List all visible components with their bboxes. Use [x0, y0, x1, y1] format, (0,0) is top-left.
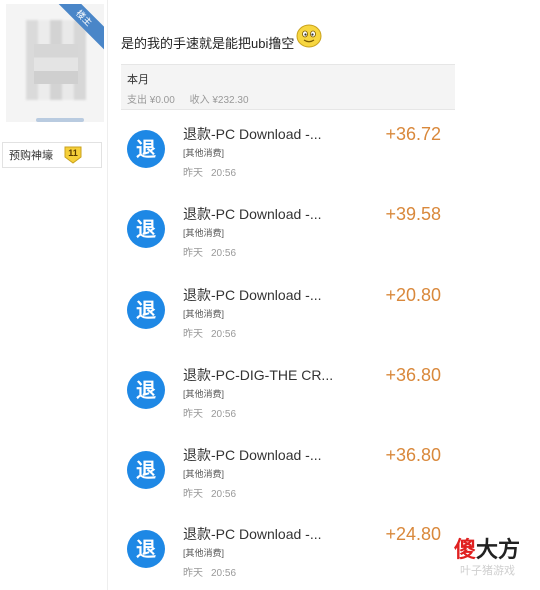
transaction-category: [其他消费] [183, 548, 225, 558]
refund-icon: 退 [127, 210, 165, 248]
user-sidebar: 楼主 预购神壕 11 [0, 0, 108, 590]
refund-icon: 退 [127, 130, 165, 168]
transaction-item[interactable]: 退 退款-PC Download -... [其他消费] 昨天 20:56 +39… [121, 202, 455, 280]
username-link-blurred[interactable] [36, 118, 84, 122]
refund-icon: 退 [127, 530, 165, 568]
transaction-day: 昨天 [183, 329, 203, 340]
watermark-logo-part1: 傻 [454, 537, 477, 562]
avatar[interactable]: 楼主 [6, 4, 104, 122]
refund-icon: 退 [127, 451, 165, 489]
transaction-title: 退款-PC Download -... [183, 526, 322, 542]
transaction-day: 昨天 [183, 409, 203, 420]
transaction-clock: 20:56 [211, 489, 237, 500]
transaction-amount: +36.72 [385, 124, 441, 144]
transaction-item[interactable]: 退 退款-PC Download -... [其他消费] 昨天 20:56 +24… [121, 522, 455, 590]
post-content: 是的我的手速就是能把ubi撸空 [121, 24, 322, 54]
transaction-title: 退款-PC Download -... [183, 447, 322, 463]
user-badge[interactable]: 预购神壕 11 [2, 142, 102, 168]
transaction-amount: +36.80 [385, 365, 441, 385]
transaction-clock: 20:56 [211, 409, 237, 420]
transaction-clock: 20:56 [211, 329, 237, 340]
avatar-image-blurred-center [34, 44, 78, 84]
post-text: 是的我的手速就是能把ubi撸空 [121, 35, 295, 51]
transaction-title: 退款-PC-DIG-THE CR... [183, 367, 334, 383]
transaction-title: 退款-PC Download -... [183, 126, 322, 142]
transaction-category: [其他消费] [183, 148, 225, 158]
transaction-clock: 20:56 [211, 568, 237, 579]
smiley-emoji-icon [296, 24, 322, 48]
transaction-category: [其他消费] [183, 389, 225, 399]
month-stats: 支出 ¥0.00 收入 ¥232.30 [127, 91, 261, 106]
transaction-day: 昨天 [183, 568, 203, 579]
transaction-category: [其他消费] [183, 309, 225, 319]
badge-level-number: 11 [68, 148, 78, 158]
transaction-day: 昨天 [183, 248, 203, 259]
transaction-category: [其他消费] [183, 228, 225, 238]
transaction-clock: 20:56 [211, 248, 237, 259]
watermark-logo: 傻大方 [454, 532, 520, 564]
transaction-item[interactable]: 退 退款-PC-DIG-THE CR... [其他消费] 昨天 20:56 +36… [121, 363, 455, 441]
transaction-time: 昨天 20:56 [183, 244, 236, 259]
transaction-title: 退款-PC Download -... [183, 206, 322, 222]
transaction-time: 昨天 20:56 [183, 325, 236, 340]
transaction-category: [其他消费] [183, 469, 225, 479]
month-income: 收入 ¥232.30 [189, 95, 249, 106]
watermark-logo-part2: 大方 [476, 537, 521, 562]
month-expense: 支出 ¥0.00 [127, 95, 175, 106]
transaction-item[interactable]: 退 退款-PC Download -... [其他消费] 昨天 20:56 +20… [121, 283, 455, 361]
refund-icon: 退 [127, 291, 165, 329]
transaction-amount: +36.80 [385, 445, 441, 465]
transaction-time: 昨天 20:56 [183, 405, 236, 420]
transaction-item[interactable]: 退 退款-PC Download -... [其他消费] 昨天 20:56 +36… [121, 443, 455, 521]
transaction-amount: +20.80 [385, 285, 441, 305]
transaction-time: 昨天 20:56 [183, 485, 236, 500]
transaction-clock: 20:56 [211, 168, 237, 179]
site-watermark: 傻大方 叶子猪游戏 [454, 532, 540, 590]
month-title: 本月 [127, 74, 149, 86]
watermark-site-name: 叶子猪游戏 [460, 565, 515, 577]
refund-icon: 退 [127, 371, 165, 409]
transaction-amount: +24.80 [385, 524, 441, 544]
transaction-day: 昨天 [183, 489, 203, 500]
transaction-time: 昨天 20:56 [183, 564, 236, 579]
month-summary: 本月 支出 ¥0.00 收入 ¥232.30 [121, 64, 455, 110]
transaction-title: 退款-PC Download -... [183, 287, 322, 303]
transaction-time: 昨天 20:56 [183, 164, 236, 179]
badge-name: 预购神壕 [9, 150, 53, 162]
transaction-day: 昨天 [183, 168, 203, 179]
level-icon: 11 [63, 146, 83, 164]
transaction-item[interactable]: 退 退款-PC Download -... [其他消费] 昨天 20:56 +36… [121, 122, 455, 200]
transaction-amount: +39.58 [385, 204, 441, 224]
